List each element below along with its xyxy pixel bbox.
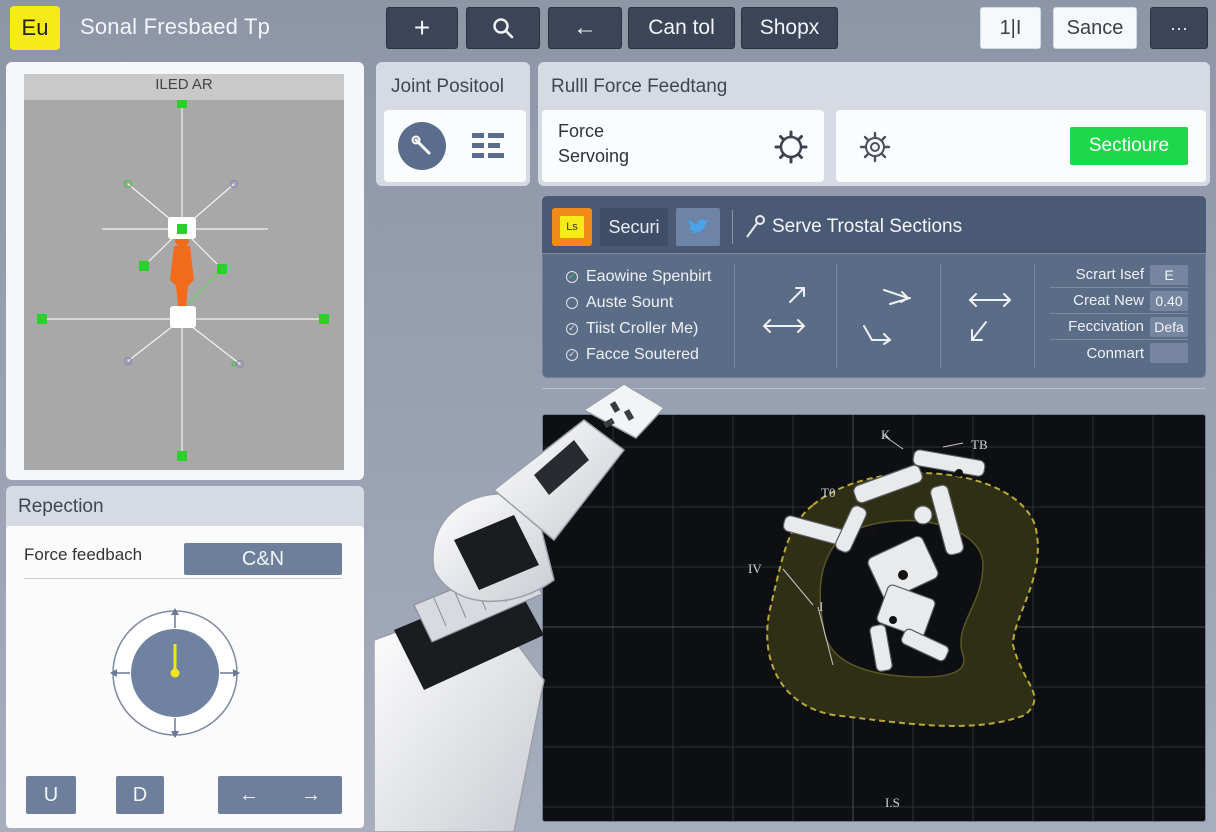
skeleton-rig bbox=[37, 98, 329, 461]
setting-label: Conmart bbox=[1086, 344, 1144, 362]
force-dial[interactable] bbox=[108, 606, 242, 740]
check-item[interactable]: ✓ Tiist Croller Me) bbox=[566, 316, 711, 342]
setting-row[interactable]: Feccivation Defa bbox=[1050, 314, 1188, 340]
setting-label: Scrart Isef bbox=[1075, 266, 1144, 283]
securi-tab[interactable]: Securi bbox=[600, 208, 668, 246]
check-label: Eaowine Spenbirt bbox=[586, 268, 712, 285]
arrow-right-icon[interactable]: → bbox=[301, 784, 321, 807]
setting-row[interactable]: Scrart Isef E bbox=[1050, 262, 1188, 288]
setting-row[interactable]: Creat New 0.40 bbox=[1050, 288, 1188, 314]
settings-list: Scrart Isef E Creat New 0.40 Feccivation… bbox=[1050, 262, 1188, 366]
column-divider bbox=[836, 264, 837, 368]
scene-label-i: I bbox=[819, 599, 824, 614]
check-label: Facce Soutered bbox=[586, 346, 699, 363]
wrench-tool-button[interactable] bbox=[398, 122, 446, 170]
more-button[interactable]: ··· bbox=[1150, 7, 1208, 49]
control-button[interactable]: Can tol bbox=[628, 7, 735, 49]
scale-arrows-icon[interactable] bbox=[966, 288, 1016, 348]
check-item[interactable]: Auste Sount bbox=[566, 290, 711, 316]
up-button[interactable]: U bbox=[26, 776, 76, 814]
check-label: Auste Sount bbox=[586, 294, 674, 311]
setting-label: Feccivation bbox=[1068, 318, 1144, 335]
unchecked-icon bbox=[566, 297, 578, 309]
force-feedback-label: Force feedbach bbox=[24, 545, 143, 564]
joint-box-lower bbox=[170, 306, 196, 328]
move-arrows-icon[interactable] bbox=[760, 282, 810, 338]
csn-button[interactable]: C&N bbox=[184, 543, 342, 575]
app-logo[interactable]: Eu bbox=[10, 6, 60, 50]
gear-icon[interactable] bbox=[774, 130, 808, 164]
column-divider bbox=[734, 264, 735, 368]
sectioure-button[interactable]: Sectioure bbox=[1070, 127, 1188, 165]
repection-title: Repection bbox=[18, 496, 104, 517]
skeleton-viewport[interactable] bbox=[24, 74, 344, 470]
setting-row[interactable]: Conmart bbox=[1050, 340, 1188, 366]
column-divider bbox=[940, 264, 941, 368]
setting-value[interactable]: 0.40 bbox=[1150, 290, 1188, 311]
settings-gear-icon[interactable] bbox=[858, 130, 892, 164]
back-button[interactable]: ← bbox=[548, 7, 622, 49]
check-icon: ✓ bbox=[566, 271, 578, 283]
rotate-arrows-icon[interactable] bbox=[858, 282, 918, 348]
more-icon: ··· bbox=[1170, 17, 1188, 38]
scene-label-k: K bbox=[881, 427, 891, 442]
setting-label: Creat New bbox=[1073, 292, 1144, 309]
column-divider bbox=[1034, 264, 1035, 368]
sance-button[interactable]: Sance bbox=[1053, 7, 1137, 49]
probe-icon bbox=[746, 215, 765, 238]
scene-label-tb: TB bbox=[971, 437, 988, 452]
shopx-button[interactable]: Shopx bbox=[741, 7, 838, 49]
scene-label-iv: IV bbox=[748, 561, 762, 576]
check-label: Tiist Croller Me) bbox=[586, 320, 699, 337]
down-button[interactable]: D bbox=[116, 776, 164, 814]
scene-label-t0: T0 bbox=[821, 485, 836, 500]
search-icon bbox=[493, 18, 514, 39]
check-icon: ✓ bbox=[566, 349, 578, 361]
viewport-label: ILED AR bbox=[24, 74, 344, 100]
setting-value[interactable] bbox=[1150, 343, 1188, 363]
header-divider bbox=[732, 210, 733, 244]
check-item[interactable]: ✓ Eaowine Spenbirt bbox=[566, 264, 711, 290]
force-label-line1: Force bbox=[558, 121, 605, 141]
bird-button[interactable] bbox=[676, 208, 720, 246]
app-title: Sonal Fresbaed Tp bbox=[80, 14, 271, 39]
check-list: ✓ Eaowine Spenbirt Auste Sount ✓ Tiist C… bbox=[566, 264, 711, 368]
arrow-pair-button[interactable]: ← → bbox=[218, 776, 342, 814]
arrow-left-icon: ← bbox=[573, 14, 597, 41]
badge-button[interactable]: Ls bbox=[552, 208, 592, 246]
split-view-button[interactable]: 1|I bbox=[980, 7, 1041, 49]
search-button[interactable] bbox=[466, 7, 540, 49]
list-view-icon[interactable] bbox=[472, 133, 504, 159]
serve-sections-title: Serve Trostal Sections bbox=[772, 216, 963, 237]
check-item[interactable]: ✓ Facce Soutered bbox=[566, 342, 711, 368]
force-feedback-title: Rulll Force Feedtang bbox=[551, 76, 728, 97]
setting-value[interactable]: E bbox=[1150, 264, 1188, 285]
add-button[interactable]: + bbox=[386, 7, 458, 49]
check-icon: ✓ bbox=[566, 323, 578, 335]
arrow-left-icon[interactable]: ← bbox=[239, 784, 259, 807]
setting-value[interactable]: Defa bbox=[1150, 316, 1188, 337]
robot-arm-render bbox=[374, 383, 666, 832]
bird-icon bbox=[688, 219, 709, 233]
plus-icon: + bbox=[413, 12, 431, 43]
divider bbox=[24, 578, 342, 579]
figure-body bbox=[170, 233, 194, 306]
force-label-line2: Servoing bbox=[558, 146, 630, 166]
badge-label: Ls bbox=[560, 216, 584, 238]
joint-position-title: Joint Positool bbox=[391, 76, 505, 97]
wrench-icon bbox=[411, 135, 431, 155]
scene-label-bottom: I.S bbox=[885, 795, 900, 810]
